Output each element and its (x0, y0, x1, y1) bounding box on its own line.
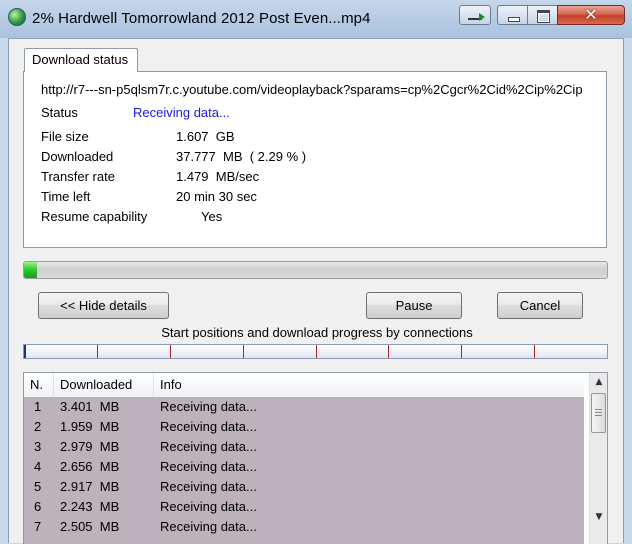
row-number: 6 (34, 499, 42, 514)
scroll-up-icon[interactable]: ▲ (591, 374, 607, 391)
title-bar[interactable]: 2% Hardwell Tomorrowland 2012 Post Even.… (0, 0, 632, 38)
hide-details-button[interactable]: << Hide details (38, 292, 169, 319)
download-progress-bar (23, 261, 608, 279)
connections-list[interactable]: N. Downloaded Info 1 3.401 MB Receiving … (23, 372, 608, 544)
resume-capability-label: Resume capability (41, 209, 148, 224)
time-left-label: Time left (41, 189, 91, 204)
row-number: 1 (34, 399, 42, 414)
grip-line (595, 412, 602, 413)
table-row[interactable]: 5 2.917 MB Receiving data... (24, 477, 584, 497)
column-header-info[interactable]: Info (154, 373, 584, 397)
switch-view-button[interactable] (459, 5, 491, 25)
row-number: 2 (34, 419, 42, 434)
resume-capability-value: Yes (176, 209, 223, 224)
column-header-downloaded[interactable]: Downloaded (54, 373, 154, 397)
list-rows: 1 3.401 MB Receiving data... 2 1.959 MB … (24, 397, 584, 544)
connection-progress-marker (24, 345, 26, 358)
connection-start-marker (96, 345, 98, 358)
minimize-icon (508, 17, 520, 22)
dialog-body: Download status http://r7---sn-p5qlsm7r.… (8, 38, 624, 544)
pause-button[interactable]: Pause (366, 292, 462, 319)
cancel-button[interactable]: Cancel (497, 292, 583, 319)
download-url: http://r7---sn-p5qlsm7r.c.youtube.com/vi… (41, 82, 583, 97)
row-downloaded: 1.959 MB (60, 419, 120, 434)
globe-icon (8, 8, 26, 26)
vertical-scrollbar[interactable]: ▲ ▼ (589, 373, 607, 544)
downloaded-label: Downloaded (41, 149, 114, 164)
close-icon: ✕ (584, 5, 598, 24)
scroll-thumb[interactable] (591, 393, 606, 433)
minimize-button[interactable] (497, 5, 528, 25)
row-downloaded: 2.656 MB (60, 459, 120, 474)
row-info: Receiving data... (160, 519, 257, 534)
connection-start-marker (169, 345, 171, 358)
row-downloaded: 2.243 MB (60, 499, 120, 514)
row-downloaded: 2.979 MB (60, 439, 120, 454)
row-downloaded: 2.917 MB (60, 479, 120, 494)
row-number: 5 (34, 479, 42, 494)
table-row[interactable]: 1 3.401 MB Receiving data... (24, 397, 584, 417)
row-info: Receiving data... (160, 439, 257, 454)
connection-start-marker (315, 345, 317, 358)
table-row[interactable]: 2 1.959 MB Receiving data... (24, 417, 584, 437)
connection-start-marker (388, 345, 390, 358)
connection-start-marker (534, 345, 536, 358)
connections-progress-bar (23, 344, 608, 359)
transfer-rate-value: 1.479 MB/sec (176, 169, 260, 184)
connection-start-marker (461, 345, 463, 358)
file-size-value: 1.607 GB (176, 129, 235, 144)
table-row[interactable]: 7 2.505 MB Receiving data... (24, 517, 584, 537)
row-downloaded: 2.505 MB (60, 519, 120, 534)
maximize-button[interactable] (527, 5, 558, 25)
scroll-down-icon[interactable]: ▼ (591, 509, 607, 526)
row-info: Receiving data... (160, 419, 257, 434)
status-value: Receiving data... (133, 105, 230, 120)
row-info: Receiving data... (160, 479, 257, 494)
column-header-n[interactable]: N. (24, 373, 54, 397)
arrow-right-icon (468, 10, 485, 21)
close-button[interactable]: ✕ (557, 5, 625, 25)
row-downloaded: 3.401 MB (60, 399, 120, 414)
row-info: Receiving data... (160, 399, 257, 414)
time-left-value: 20 min 30 sec (176, 189, 257, 204)
row-number: 7 (34, 519, 42, 534)
download-status-panel: http://r7---sn-p5qlsm7r.c.youtube.com/vi… (23, 71, 607, 248)
row-info: Receiving data... (160, 459, 257, 474)
downloaded-value: 37.777 MB ( 2.29 % ) (176, 149, 307, 164)
progress-fill (24, 262, 38, 278)
status-label: Status (41, 105, 78, 120)
row-number: 4 (34, 459, 42, 474)
window-title: 2% Hardwell Tomorrowland 2012 Post Even.… (32, 10, 371, 27)
row-number: 3 (34, 439, 42, 454)
grip-line (595, 415, 602, 416)
connection-start-marker (242, 345, 244, 358)
file-size-label: File size (41, 129, 89, 144)
connections-caption: Start positions and download progress by… (161, 325, 473, 340)
table-row[interactable]: 4 2.656 MB Receiving data... (24, 457, 584, 477)
transfer-rate-label: Transfer rate (41, 169, 115, 184)
maximize-icon (537, 10, 550, 23)
grip-line (595, 409, 602, 410)
table-row[interactable]: 6 2.243 MB Receiving data... (24, 497, 584, 517)
table-row[interactable]: 3 2.979 MB Receiving data... (24, 437, 584, 457)
list-header: N. Downloaded Info (24, 373, 584, 398)
row-info: Receiving data... (160, 499, 257, 514)
tab-download-status[interactable]: Download status (24, 48, 138, 72)
